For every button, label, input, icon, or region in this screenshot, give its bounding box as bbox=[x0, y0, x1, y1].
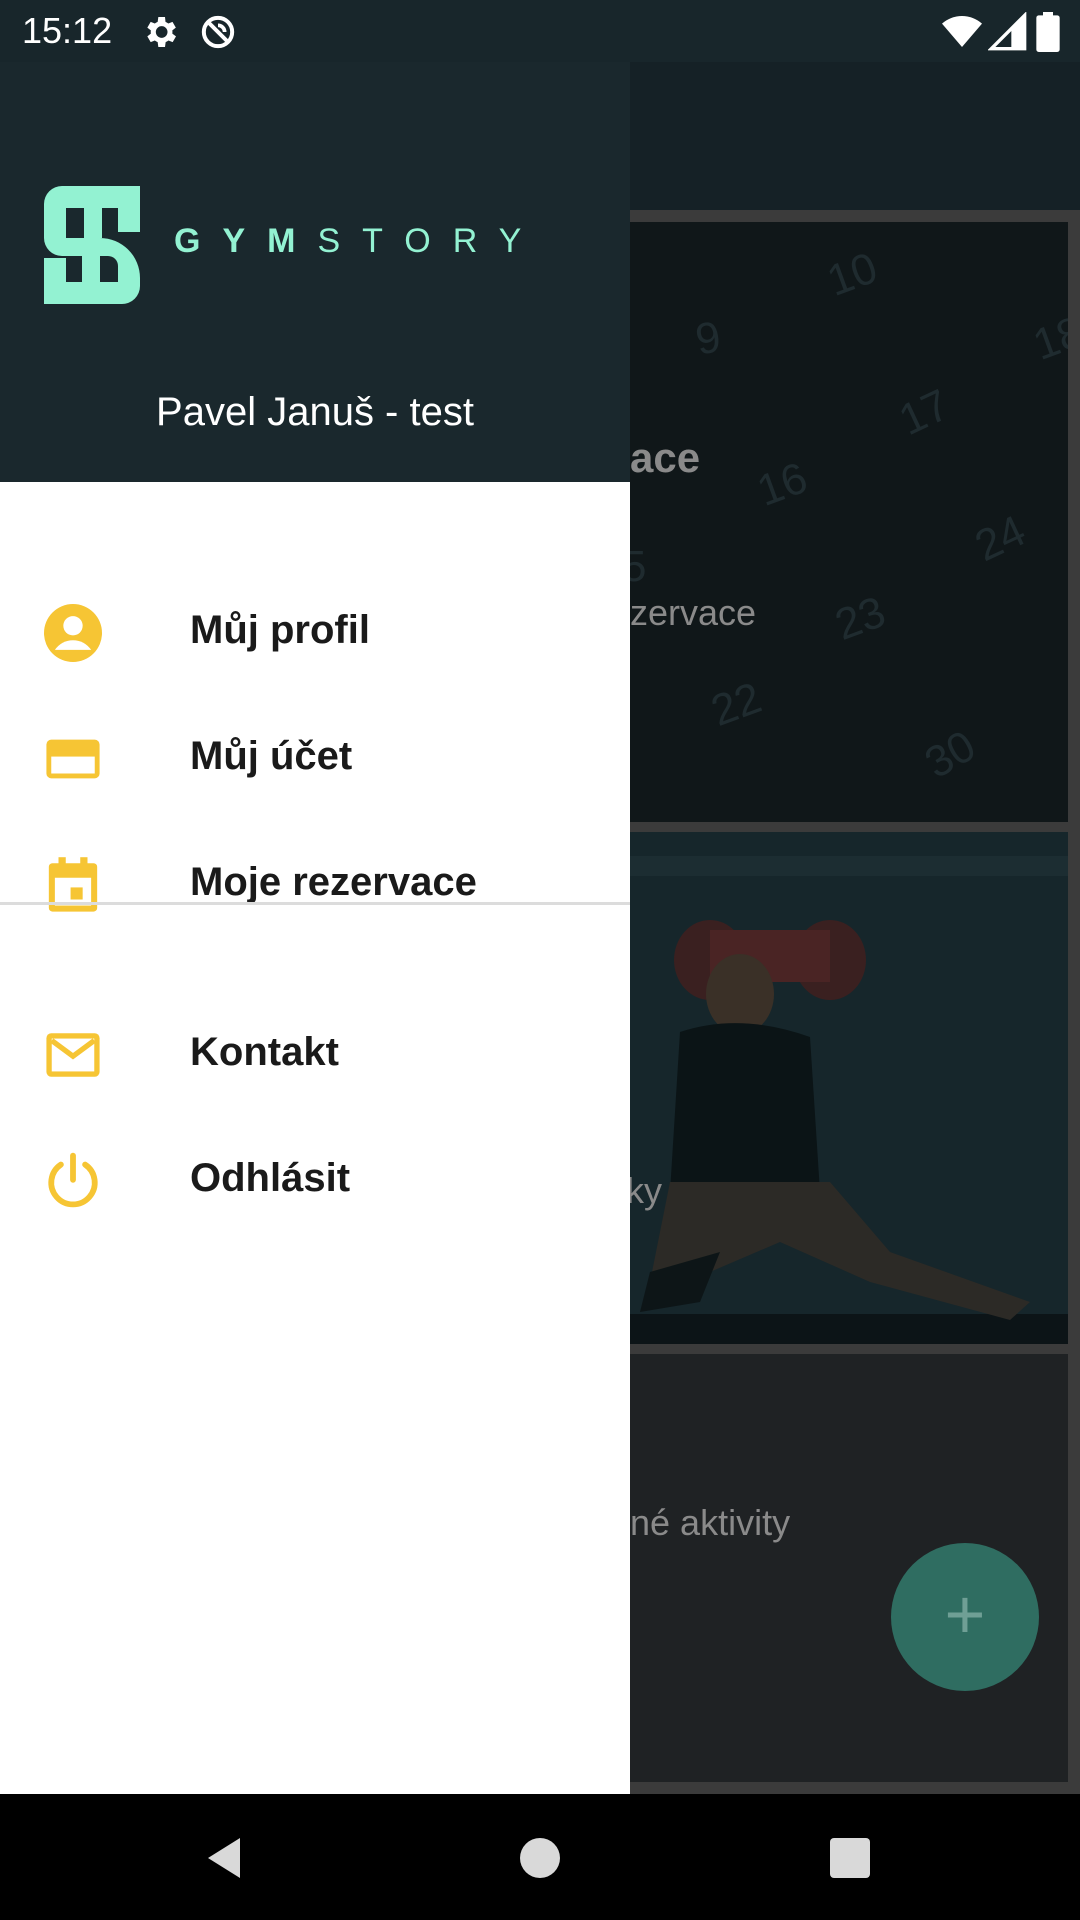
settings-icon bbox=[147, 17, 176, 47]
status-time: 15:12 bbox=[22, 10, 113, 51]
home-icon[interactable] bbox=[516, 1834, 564, 1882]
menu-item-contact[interactable]: Kontakt bbox=[0, 988, 630, 1114]
calendar-number: 16 bbox=[750, 453, 814, 516]
menu-item-label: Moje rezervace bbox=[190, 860, 477, 904]
brand-story: STORY bbox=[317, 222, 544, 260]
menu-item-label: Odhlásit bbox=[190, 1156, 351, 1200]
calendar-icon bbox=[48, 857, 98, 912]
reservations-card[interactable]: 10 9 17 16 24 23 22 30 5 18 ace zervace bbox=[630, 222, 1068, 822]
navigation-drawer: GYMSTORY Pavel Januš - test Můj profil M… bbox=[0, 62, 630, 1794]
account-circle-icon bbox=[44, 604, 102, 662]
gymstory-logo bbox=[44, 186, 140, 304]
menu-divider bbox=[0, 902, 630, 905]
power-icon bbox=[48, 1152, 98, 1208]
user-name: Pavel Januš - test bbox=[156, 390, 474, 434]
back-icon[interactable] bbox=[200, 1834, 248, 1882]
menu-item-label: Kontakt bbox=[190, 1030, 339, 1074]
status-bar: 15:12 bbox=[0, 0, 1080, 62]
add-fab-button[interactable]: + bbox=[891, 1543, 1039, 1691]
brand-wordmark: GYMSTORY bbox=[174, 222, 543, 261]
calendar-number: 24 bbox=[967, 505, 1033, 572]
menu-item-reservations[interactable]: Moje rezervace bbox=[0, 818, 630, 944]
menu-item-label: Můj účet bbox=[190, 734, 353, 778]
menu-item-profile[interactable]: Můj profil bbox=[0, 566, 630, 692]
battery-icon bbox=[1036, 12, 1060, 52]
card-label: ky bbox=[630, 1170, 662, 1211]
menu-item-logout[interactable]: Odhlásit bbox=[0, 1114, 630, 1240]
calendar-number: 23 bbox=[828, 587, 892, 650]
athlete-photo bbox=[630, 832, 1068, 1344]
calendar-number: 17 bbox=[891, 379, 957, 446]
menu-item-account[interactable]: Můj účet bbox=[0, 692, 630, 818]
card-subtitle: zervace bbox=[630, 592, 757, 633]
card-title: ace bbox=[630, 434, 701, 481]
calendar-number: 5 bbox=[630, 542, 647, 591]
menu-item-label: Můj profil bbox=[190, 608, 370, 652]
calendar-number: 9 bbox=[691, 312, 725, 365]
system-nav-bar bbox=[0, 1794, 1080, 1920]
credit-card-icon bbox=[46, 739, 100, 779]
brand-gym: GYM bbox=[174, 222, 318, 260]
drawer-header: GYMSTORY Pavel Januš - test bbox=[0, 62, 630, 482]
training-card[interactable]: ky bbox=[630, 832, 1068, 1344]
overview-icon[interactable] bbox=[826, 1834, 874, 1882]
mail-icon bbox=[46, 1033, 100, 1077]
calendar-number: 30 bbox=[916, 721, 984, 789]
wifi-icon bbox=[942, 16, 982, 47]
calendar-number: 18 bbox=[1026, 307, 1068, 370]
calendar-number: 22 bbox=[704, 673, 768, 736]
data-saver-icon bbox=[201, 15, 235, 49]
card-label: né aktivity bbox=[630, 1502, 791, 1543]
calendar-number: 10 bbox=[820, 243, 884, 306]
cell-signal-icon bbox=[988, 12, 1027, 51]
plus-icon: + bbox=[944, 1575, 986, 1653]
